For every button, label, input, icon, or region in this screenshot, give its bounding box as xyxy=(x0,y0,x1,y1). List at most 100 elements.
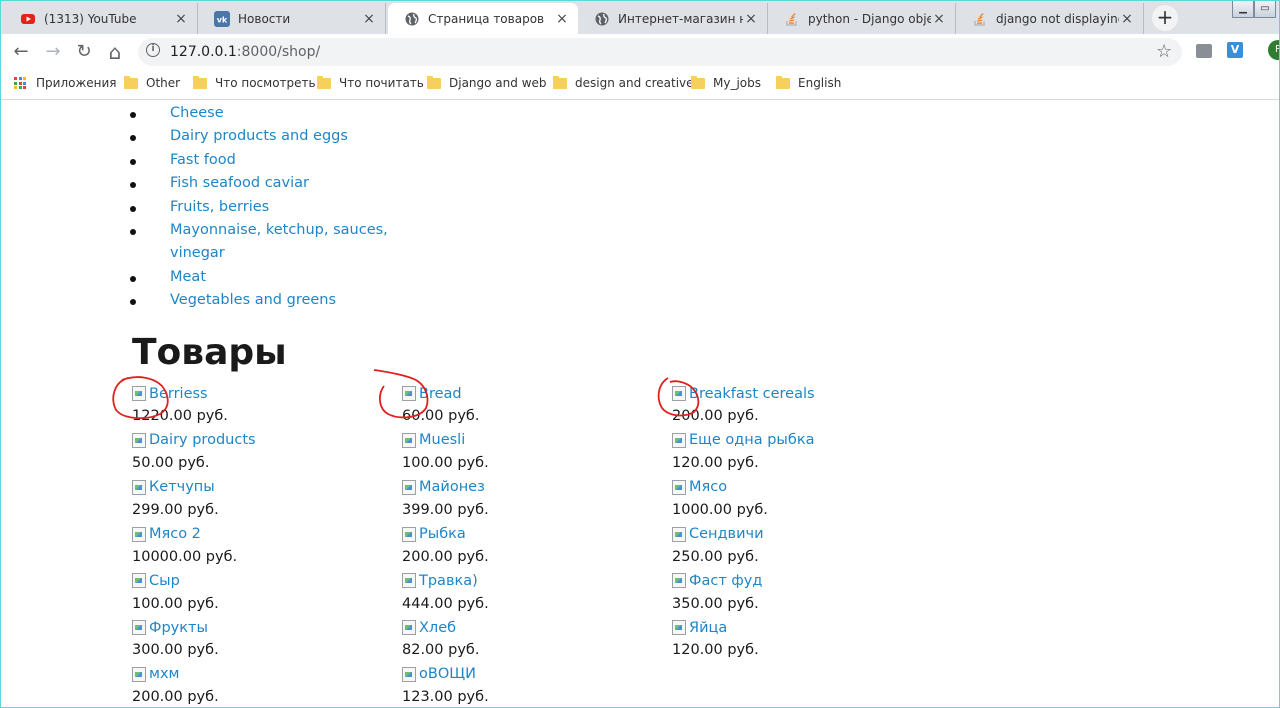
stackoverflow-icon xyxy=(974,12,985,26)
bookmark-design-creative[interactable]: design and creative xyxy=(553,75,694,90)
close-icon[interactable]: × xyxy=(931,11,947,27)
bookmark-other[interactable]: Other xyxy=(124,75,181,90)
product-card: Bread 60.00 руб. xyxy=(402,382,662,429)
product-link[interactable]: Berriess xyxy=(149,386,208,402)
broken-image-icon[interactable] xyxy=(402,573,416,589)
forward-arrow-icon[interactable]: → xyxy=(41,40,65,64)
close-icon[interactable]: × xyxy=(173,11,189,27)
close-icon[interactable]: × xyxy=(554,11,570,27)
category-link[interactable]: Vegetables and greens xyxy=(170,289,336,312)
broken-image-icon[interactable] xyxy=(402,526,416,542)
product-link[interactable]: Dairy products xyxy=(149,432,256,448)
list-item: Mayonnaise, ketchup, sauces, vinegar xyxy=(130,219,388,266)
product-link[interactable]: Фаст фуд xyxy=(689,573,762,589)
bookmark-label: My_jobs xyxy=(713,76,761,90)
broken-image-icon[interactable] xyxy=(402,666,416,682)
broken-image-icon[interactable] xyxy=(132,573,146,589)
product-card: Muesli 100.00 руб. xyxy=(402,429,662,476)
broken-image-icon[interactable] xyxy=(402,432,416,448)
bookmark-label: English xyxy=(798,76,842,90)
info-icon[interactable]: i xyxy=(146,43,160,57)
product-link[interactable]: Фрукты xyxy=(149,620,208,636)
broken-image-icon[interactable] xyxy=(672,526,686,542)
broken-image-icon[interactable] xyxy=(402,620,416,636)
back-arrow-icon[interactable]: ← xyxy=(9,40,33,64)
product-link[interactable]: Сендвичи xyxy=(689,526,764,542)
extension-v-icon[interactable]: V xyxy=(1227,42,1243,58)
bookmark-chto-posmotret[interactable]: Что посмотреть xyxy=(193,75,316,90)
category-link[interactable]: Meat xyxy=(170,266,206,289)
broken-image-icon[interactable] xyxy=(672,479,686,495)
category-link[interactable]: Mayonnaise, ketchup, sauces, vinegar xyxy=(170,219,390,266)
bookmark-apps[interactable]: Приложения xyxy=(14,76,117,90)
category-link[interactable]: Dairy products and eggs xyxy=(170,125,348,148)
url-text[interactable]: 127.0.0.1:8000/shop/ xyxy=(170,42,320,62)
bookmark-label: Django and web xyxy=(449,76,547,90)
bookmark-my-jobs[interactable]: My_jobs xyxy=(691,75,761,90)
close-icon[interactable]: × xyxy=(361,11,377,27)
product-link[interactable]: Breakfast cereals xyxy=(689,386,815,402)
product-link[interactable]: мхм xyxy=(149,666,179,682)
category-link[interactable]: Fish seafood caviar xyxy=(170,172,309,195)
broken-image-icon[interactable] xyxy=(672,620,686,636)
product-link[interactable]: Кетчупы xyxy=(149,479,215,495)
tab-youtube[interactable]: (1313) YouTube × xyxy=(4,3,198,34)
tab-stackoverflow-2[interactable]: django not displaying im × xyxy=(956,3,1144,34)
tab-vk[interactable]: vk Новости × xyxy=(198,3,386,34)
tab-shop[interactable]: Страница товаров × xyxy=(388,3,578,34)
list-item: Fast food xyxy=(130,149,370,172)
product-price: 1220.00 руб. xyxy=(132,408,228,425)
list-item: Cheese xyxy=(130,102,370,125)
reload-icon[interactable]: ↻ xyxy=(72,40,96,64)
globe-icon xyxy=(405,12,419,25)
category-link[interactable]: Fast food xyxy=(170,149,236,172)
product-link[interactable]: Сыр xyxy=(149,573,180,589)
bookmark-english[interactable]: English xyxy=(776,75,842,90)
broken-image-icon[interactable] xyxy=(402,479,416,495)
broken-image-icon[interactable] xyxy=(132,526,146,542)
broken-image-icon[interactable] xyxy=(132,386,146,402)
product-link[interactable]: Еще одна рыбка xyxy=(689,432,814,448)
category-link[interactable]: Cheese xyxy=(170,102,224,125)
broken-image-icon[interactable] xyxy=(672,386,686,402)
minimize-button[interactable]: ▁ xyxy=(1232,0,1254,18)
broken-image-icon[interactable] xyxy=(132,620,146,636)
broken-image-icon[interactable] xyxy=(402,386,416,402)
url-host: 127.0.0.1 xyxy=(170,44,237,60)
broken-image-icon[interactable] xyxy=(132,666,146,682)
product-link[interactable]: Хлеб xyxy=(419,620,456,636)
product-link[interactable]: оВОЩИ xyxy=(419,666,476,682)
tab-internet-shop[interactable]: Интернет-магазин на D × xyxy=(578,3,768,34)
broken-image-icon[interactable] xyxy=(132,432,146,448)
product-link[interactable]: Мясо 2 xyxy=(149,526,201,542)
bookmark-label: Other xyxy=(146,76,181,90)
broken-image-icon[interactable] xyxy=(672,432,686,448)
close-icon[interactable]: × xyxy=(1119,11,1135,27)
new-tab-button[interactable]: + xyxy=(1152,5,1178,31)
product-link[interactable]: Мясо xyxy=(689,479,727,495)
bookmark-chto-pochitat[interactable]: Что почитать xyxy=(317,75,424,90)
folder-icon xyxy=(553,75,567,89)
product-card: Майонез 399.00 руб. xyxy=(402,476,662,523)
maximize-button[interactable]: ▭ xyxy=(1254,0,1276,18)
home-icon[interactable]: ⌂ xyxy=(103,40,127,64)
product-link[interactable]: Яйца xyxy=(689,620,727,636)
broken-image-icon[interactable] xyxy=(132,479,146,495)
product-card: Фаст фуд 350.00 руб. xyxy=(672,569,932,616)
product-link[interactable]: Рыбка xyxy=(419,526,466,542)
product-link[interactable]: Травка) xyxy=(419,573,478,589)
extension-icon[interactable] xyxy=(1196,44,1212,58)
product-price: 200.00 руб. xyxy=(132,689,219,706)
product-link[interactable]: Muesli xyxy=(419,432,465,448)
broken-image-icon[interactable] xyxy=(672,573,686,589)
tab-title: Новости xyxy=(238,11,291,26)
product-link[interactable]: Bread xyxy=(419,386,462,402)
category-link[interactable]: Fruits, berries xyxy=(170,196,269,219)
tab-stackoverflow-1[interactable]: python - Django object.a × xyxy=(768,3,956,34)
close-icon[interactable]: × xyxy=(743,11,759,27)
bookmark-star-icon[interactable]: ☆ xyxy=(1156,41,1172,62)
tab-title: django not displaying im xyxy=(996,11,1119,26)
bookmark-django-web[interactable]: Django and web xyxy=(427,75,547,90)
url-path: :8000/shop/ xyxy=(236,44,321,60)
product-link[interactable]: Майонез xyxy=(419,479,485,495)
